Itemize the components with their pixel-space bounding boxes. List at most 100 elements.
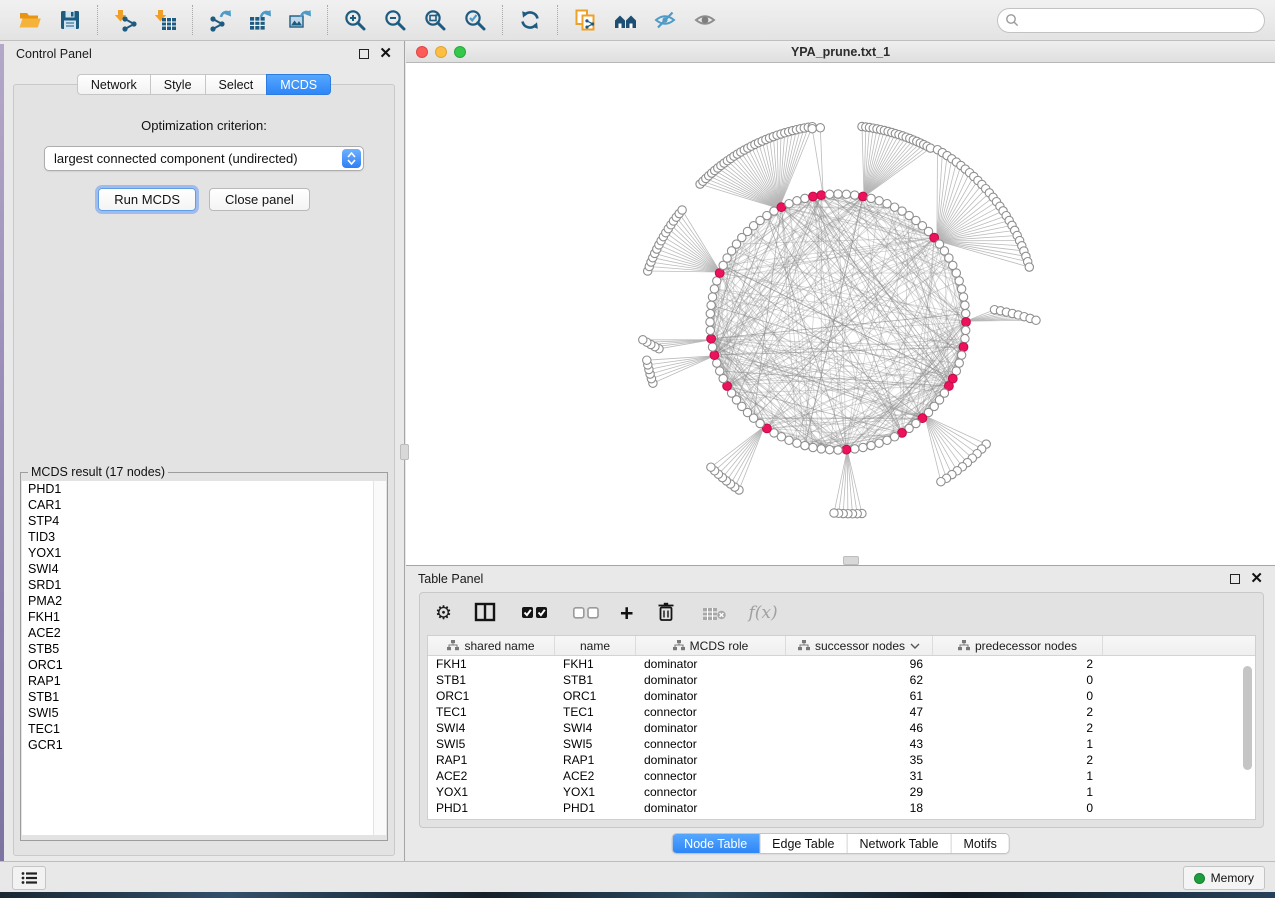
tab-node-table[interactable]: Node Table [672,834,760,853]
column-header-shared-name[interactable]: shared name [428,636,555,655]
table-row[interactable]: YOX1YOX1connector291 [428,784,1255,800]
export-network-button[interactable] [200,3,240,37]
mcds-result-item[interactable]: SWI5 [22,705,386,721]
cell-MCDS-role: dominator [636,721,786,735]
zoom-in-icon [343,8,367,32]
save-session-button[interactable] [50,3,90,37]
show-panels-button[interactable] [12,866,46,890]
table-scrollbar[interactable] [1243,666,1252,770]
mcds-result-item[interactable]: STB1 [22,689,386,705]
table-row[interactable]: TEC1TEC1connector472 [428,704,1255,720]
search-input[interactable] [1019,13,1257,27]
column-header-name[interactable]: name [555,636,636,655]
mcds-result-item[interactable]: TEC1 [22,721,386,737]
network-canvas[interactable] [406,63,1275,565]
mcds-result-item[interactable]: STP4 [22,513,386,529]
close-table-panel-icon[interactable]: ✕ [1250,574,1263,584]
optimization-criterion-label: Optimization criterion: [14,118,394,133]
table-row[interactable]: SWI5SWI5connector431 [428,736,1255,752]
mcds-result-item[interactable]: PHD1 [22,481,386,497]
zoom-in-button[interactable] [335,3,375,37]
close-panel-button[interactable]: Close panel [209,188,310,211]
zoom-fit-button[interactable] [415,3,455,37]
float-panel-icon[interactable] [359,49,369,59]
select-all-button[interactable] [518,600,548,627]
table-row[interactable]: SWI4SWI4dominator462 [428,720,1255,736]
table-panel-content: ⚙ + f(x) shared namenameMCDS rolesuccesso… [419,592,1264,828]
zoom-out-button[interactable] [375,3,415,37]
toolbar-separator [97,5,98,35]
memory-status-dot [1194,873,1205,884]
tab-mcds[interactable]: MCDS [266,74,331,95]
mcds-result-item[interactable]: TID3 [22,529,386,545]
run-mcds-button[interactable]: Run MCDS [98,188,196,211]
cell-predecessor-nodes: 1 [933,737,1103,751]
cell-shared-name: TEC1 [428,705,555,719]
zoom-selected-button[interactable] [455,3,495,37]
criterion-dropdown[interactable]: largest connected component (undirected) [44,146,364,171]
open-session-button[interactable] [10,3,50,37]
column-visibility-button[interactable] [473,600,497,627]
mcds-result-title: MCDS result (17 nodes) [28,465,168,479]
cell-predecessor-nodes: 1 [933,769,1103,783]
import-table-button[interactable] [145,3,185,37]
mcds-result-item[interactable]: ACE2 [22,625,386,641]
mcds-result-item[interactable]: YOX1 [22,545,386,561]
table-panel-header: Table Panel ✕ [406,566,1275,592]
cell-predecessor-nodes: 0 [933,673,1103,687]
mcds-list-scrollbar[interactable] [373,481,386,835]
first-neighbors-button[interactable] [605,3,645,37]
mcds-result-item[interactable]: GCR1 [22,737,386,753]
export-image-button[interactable] [280,3,320,37]
tab-edge-table[interactable]: Edge Table [760,834,847,853]
tab-select[interactable]: Select [205,74,267,95]
refresh-button[interactable] [510,3,550,37]
delete-column-button[interactable] [654,600,678,627]
mcds-result-item[interactable]: CAR1 [22,497,386,513]
mcds-result-item[interactable]: PMA2 [22,593,386,609]
table-row[interactable]: FKH1FKH1dominator962 [428,656,1255,672]
function-builder-button: f(x) [748,603,777,623]
column-header-successor-nodes[interactable]: successor nodes [786,636,933,655]
cell-successor-nodes: 96 [786,657,933,671]
table-settings-button[interactable]: ⚙ [435,604,452,623]
add-column-button[interactable]: + [620,603,633,623]
tab-network[interactable]: Network [77,74,150,95]
cell-shared-name: PHD1 [428,801,555,815]
close-panel-icon[interactable]: ✕ [379,49,392,59]
mcds-result-item[interactable]: RAP1 [22,673,386,689]
mcds-result-item[interactable]: FKH1 [22,609,386,625]
mcds-result-item[interactable]: SWI4 [22,561,386,577]
select-all-icon [518,600,548,627]
vertical-splitter-grip[interactable] [400,444,409,460]
horizontal-splitter-grip[interactable] [843,556,859,565]
table-row[interactable]: STB1STB1dominator620 [428,672,1255,688]
tab-style[interactable]: Style [150,74,205,95]
dropdown-stepper-icon [342,149,361,168]
column-header-predecessor-nodes[interactable]: predecessor nodes [933,636,1103,655]
hide-selected-button[interactable] [645,3,685,37]
mcds-result-item[interactable]: STB5 [22,641,386,657]
toolbar-separator [557,5,558,35]
tab-motifs[interactable]: Motifs [951,834,1008,853]
show-all-button[interactable] [685,3,725,37]
export-table-button[interactable] [240,3,280,37]
search-box[interactable] [997,8,1265,33]
tab-network-table[interactable]: Network Table [848,834,952,853]
new-network-from-selection-button[interactable] [565,3,605,37]
table-row[interactable]: RAP1RAP1dominator352 [428,752,1255,768]
mcds-result-item[interactable]: SRD1 [22,577,386,593]
column-header-MCDS-role[interactable]: MCDS role [636,636,786,655]
network-graph[interactable] [406,63,1275,565]
table-row[interactable]: ACE2ACE2connector311 [428,768,1255,784]
zoom-out-icon [383,8,407,32]
import-network-button[interactable] [105,3,145,37]
table-row[interactable]: ORC1ORC1dominator610 [428,688,1255,704]
mcds-result-list[interactable]: PHD1CAR1STP4TID3YOX1SWI4SRD1PMA2FKH1ACE2… [22,481,386,835]
deselect-all-button[interactable] [569,600,599,627]
cell-predecessor-nodes: 0 [933,801,1103,815]
float-table-panel-icon[interactable] [1230,574,1240,584]
table-row[interactable]: PHD1PHD1dominator180 [428,800,1255,816]
memory-button[interactable]: Memory [1183,866,1265,890]
mcds-result-item[interactable]: ORC1 [22,657,386,673]
